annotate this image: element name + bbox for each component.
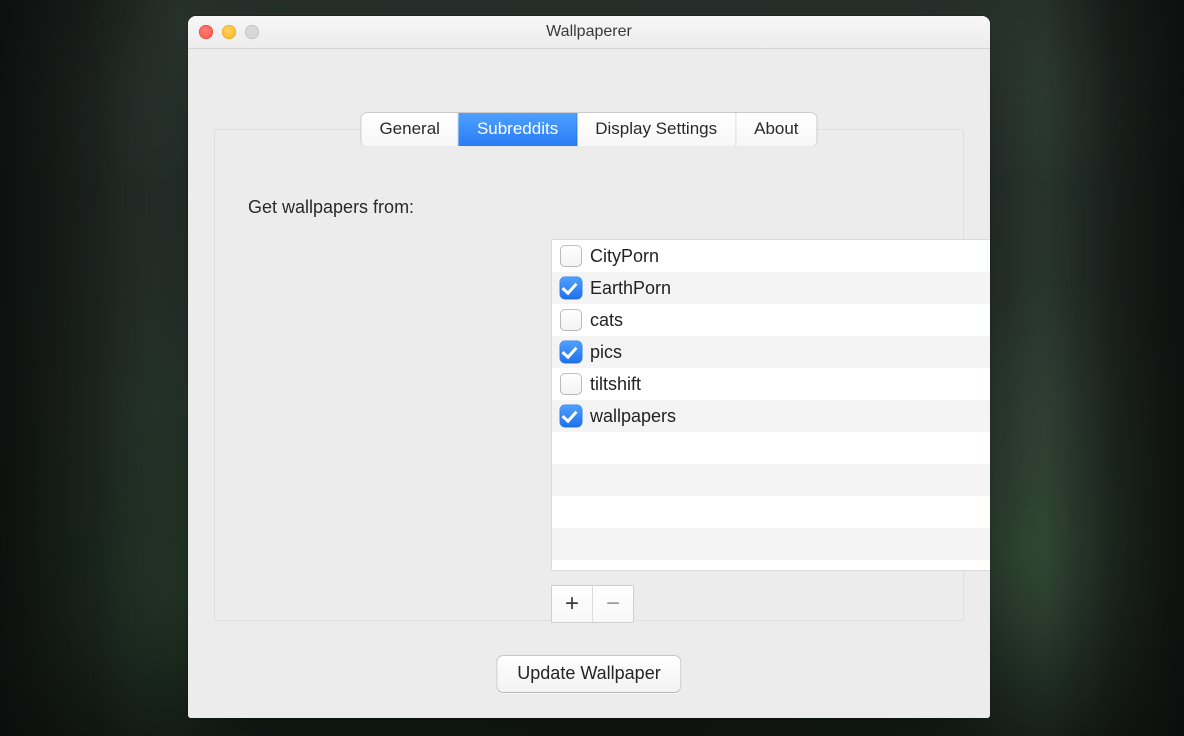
list-item-empty	[552, 496, 990, 528]
checkbox[interactable]	[560, 405, 582, 427]
titlebar[interactable]: Wallpaperer	[188, 16, 990, 49]
remove-button[interactable]: −	[593, 586, 633, 622]
list-item-label: wallpapers	[590, 406, 676, 427]
tab-about[interactable]: About	[736, 113, 816, 146]
checkbox[interactable]	[560, 245, 582, 267]
update-wallpaper-button[interactable]: Update Wallpaper	[496, 655, 681, 693]
app-window: Wallpaperer General Subreddits Display S…	[188, 16, 990, 718]
window-title: Wallpaperer	[546, 23, 632, 40]
add-button[interactable]: +	[552, 586, 593, 622]
tab-display-settings[interactable]: Display Settings	[577, 113, 736, 146]
subreddit-list[interactable]: CityPorn EarthPorn cats pics tiltshift wallpa…	[551, 239, 990, 571]
checkbox[interactable]	[560, 373, 582, 395]
list-item[interactable]: wallpapers	[552, 400, 990, 432]
list-item[interactable]: pics	[552, 336, 990, 368]
checkbox[interactable]	[560, 341, 582, 363]
checkbox[interactable]	[560, 277, 582, 299]
list-item-label: CityPorn	[590, 246, 659, 267]
list-item-label: tiltshift	[590, 374, 641, 395]
close-icon[interactable]	[199, 25, 213, 39]
list-footer-buttons: + −	[551, 585, 634, 623]
list-item-label: cats	[590, 310, 623, 331]
list-item-empty	[552, 464, 990, 496]
list-item-empty	[552, 528, 990, 560]
list-item-empty	[552, 432, 990, 464]
list-item[interactable]: tiltshift	[552, 368, 990, 400]
window-body: General Subreddits Display Settings Abou…	[188, 49, 990, 718]
list-item-label: pics	[590, 342, 622, 363]
tab-general[interactable]: General	[361, 113, 458, 146]
zoom-icon[interactable]	[245, 25, 259, 39]
list-item-label: EarthPorn	[590, 278, 671, 299]
checkbox[interactable]	[560, 309, 582, 331]
section-heading: Get wallpapers from:	[248, 197, 414, 218]
list-item[interactable]: cats	[552, 304, 990, 336]
minimize-icon[interactable]	[222, 25, 236, 39]
list-item[interactable]: CityPorn	[552, 240, 990, 272]
tabs: General Subreddits Display Settings Abou…	[361, 113, 816, 146]
traffic-lights	[199, 25, 259, 39]
list-item[interactable]: EarthPorn	[552, 272, 990, 304]
tab-subreddits[interactable]: Subreddits	[459, 113, 577, 146]
